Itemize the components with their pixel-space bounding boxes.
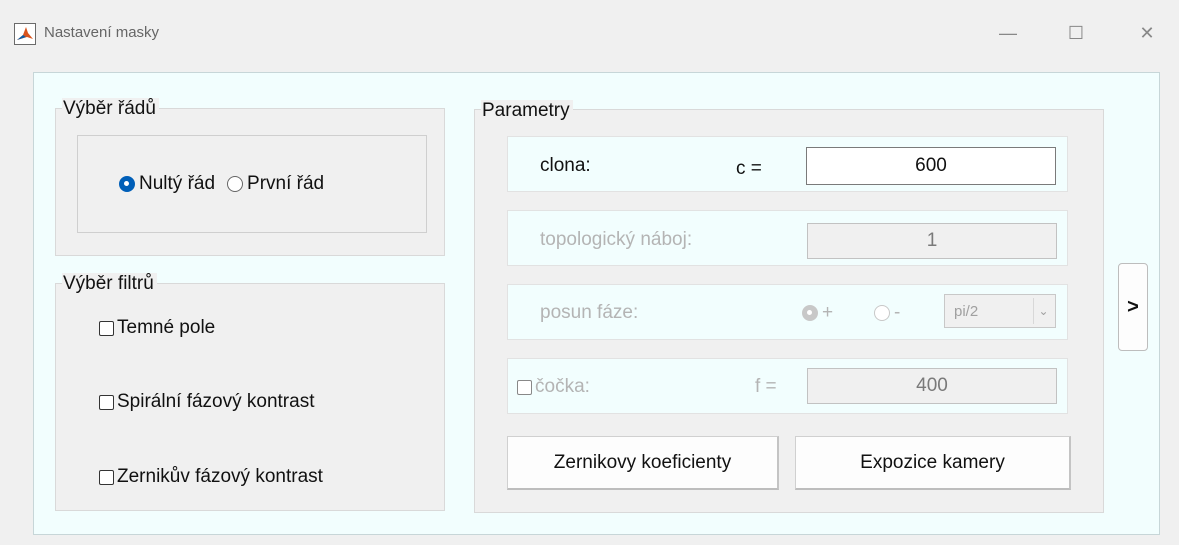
aperture-symbol: c = [736,158,762,179]
radio-phase-minus-label: - [894,302,901,323]
expand-button[interactable]: > [1118,263,1148,351]
aperture-input[interactable]: 600 [806,147,1056,185]
app-window: Nastavení masky — ☐ ✕ Výběr řádů Nultý ř… [0,0,1179,545]
lens-focal-input[interactable]: 400 [807,368,1057,404]
title-bar: Nastavení masky — ☐ ✕ [0,10,1179,58]
close-icon: ✕ [1139,22,1155,43]
aperture-row: clona: c = 600 [507,136,1068,192]
parameters-panel-title: Parametry [481,100,573,122]
maximize-button[interactable]: ☐ [1056,16,1096,50]
maximize-icon: ☐ [1067,22,1085,43]
checkbox-spiral-phase[interactable]: Spirální fázový kontrast [99,391,314,413]
aperture-label: clona: [540,155,591,176]
filters-panel: Výběr filtrů Temné pole Spirální fázový … [55,273,445,511]
radio-phase-minus[interactable]: - [874,302,900,324]
topological-charge-label: topologický náboj: [540,229,693,250]
phase-shift-row: posun fáze: + - pi/2 ⌄ [507,284,1068,340]
checkbox-icon [517,379,532,395]
phase-shift-select-value: pi/2 [954,302,979,320]
checkbox-lens[interactable]: čočka: [517,376,590,398]
radio-first-order-label: První řád [247,173,325,194]
lens-row: čočka: f = 400 [507,358,1068,414]
radio-selected-icon [119,176,135,192]
checkbox-dark-field[interactable]: Temné pole [99,317,215,339]
window-title: Nastavení masky [44,24,160,41]
parameters-panel: Parametry clona: c = 600 topologický náb… [474,100,1104,513]
checkbox-icon [99,469,114,485]
checkbox-zernike-phase-label: Zernikův fázový kontrast [117,466,323,487]
matlab-icon [14,23,36,45]
checkbox-lens-label: čočka: [535,376,590,397]
topological-charge-input[interactable]: 1 [807,223,1057,259]
radio-selected-icon [802,305,818,321]
checkbox-icon [99,320,114,336]
chevron-down-icon: ⌄ [1033,298,1053,324]
radio-unselected-icon [874,305,890,321]
radio-zero-order-label: Nultý řád [139,173,216,194]
phase-shift-label: posun fáze: [540,302,639,323]
minimize-icon: — [999,22,1017,43]
content-area: Výběr řádů Nultý řád První řád Výběr fil… [33,72,1160,535]
checkbox-icon [99,394,114,410]
minimize-button[interactable]: — [988,16,1028,50]
zernike-coefficients-button[interactable]: Zernikovy koeficienty [507,436,779,490]
orders-radio-group: Nultý řád První řád [77,135,427,233]
filters-panel-title: Výběr filtrů [62,273,157,295]
checkbox-spiral-phase-label: Spirální fázový kontrast [117,391,315,412]
radio-phase-plus-label: + [822,302,834,323]
phase-shift-select[interactable]: pi/2 ⌄ [944,294,1056,328]
close-button[interactable]: ✕ [1127,16,1167,50]
radio-zero-order[interactable]: Nultý řád [119,173,215,195]
orders-panel-title: Výběr řádů [62,98,159,120]
camera-exposure-button[interactable]: Expozice kamery [795,436,1071,490]
radio-unselected-icon [227,176,244,192]
orders-panel: Výběr řádů Nultý řád První řád [55,98,445,256]
checkbox-dark-field-label: Temné pole [117,317,216,338]
radio-first-order[interactable]: První řád [227,173,324,195]
radio-phase-plus[interactable]: + [802,302,833,324]
checkbox-zernike-phase[interactable]: Zernikův fázový kontrast [99,466,323,488]
topological-charge-row: topologický náboj: 1 [507,210,1068,266]
lens-symbol: f = [755,376,777,397]
